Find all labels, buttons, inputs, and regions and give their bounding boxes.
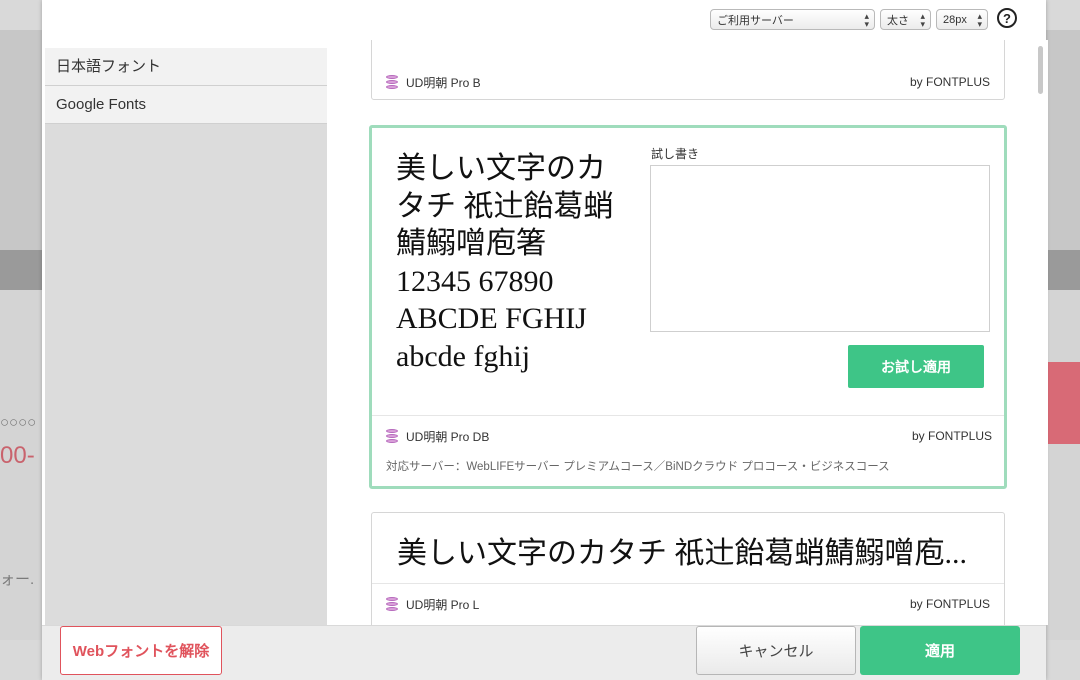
background-price-text: 00- [0,442,35,469]
divider [372,415,1004,416]
font-meta: UD明朝 Pro B by FONTPLUS [386,72,990,92]
sample-line: タチ 祇辻飴葛蛸 [396,189,614,223]
font-name: UD明朝 Pro L [406,597,480,612]
help-icon[interactable]: ? [997,8,1017,28]
database-icon [386,75,398,89]
sample-line: 鯖鰯噌庖箸 [396,227,546,260]
font-sample-preview: 美しい文字のカ タチ 祇辻飴葛蛸 鯖鰯噌庖箸 12345 67890 ABCDE… [396,150,614,375]
background-text: ォー. [0,571,35,588]
sample-line: 12345 67890 [396,264,554,298]
sample-line: ABCDE FGHIJ [396,302,587,335]
weight-select-value: 太さ [887,14,909,27]
font-provider: by FONTPLUS [909,75,990,89]
select-caret-icon: ▴ ▾ [864,11,869,29]
font-card-selected[interactable]: 美しい文字のカ タチ 祇辻飴葛蛸 鯖鰯噌庖箸 12345 67890 ABCDE… [369,125,1007,489]
select-caret-icon: ▴ ▾ [920,11,925,29]
font-provider: by FONTPLUS [911,429,992,443]
modal-toolbar: ご利用サーバー ▴ ▾ 太さ ▴ ▾ 28px ▴ ▾ ? [42,0,1046,40]
sidebar-item-google-fonts[interactable]: Google Fonts [45,86,327,124]
server-select[interactable]: ご利用サーバー ▴ ▾ [710,9,875,30]
size-select-value: 28px [943,13,967,26]
modal-footer: Webフォントを解除 キャンセル 適用 [42,625,1046,680]
trial-label: 試し書き [651,147,700,161]
server-select-value: ご利用サーバー [717,14,794,27]
font-list: UD明朝 Pro B by FONTPLUS 美しい文字のカ タチ 祇辻飴葛蛸 … [328,40,1048,625]
font-provider: by FONTPLUS [909,597,990,611]
font-name: UD明朝 Pro B [406,75,481,90]
font-selector-modal: ご利用サーバー ▴ ▾ 太さ ▴ ▾ 28px ▴ ▾ ? 日本語フォント Googl… [42,0,1048,680]
weight-select[interactable]: 太さ ▴ ▾ [880,9,931,30]
sample-line: 美しい文字のカ [396,152,606,185]
database-icon [386,597,398,611]
divider [372,583,1004,584]
apply-button[interactable]: 適用 [860,626,1020,675]
font-card[interactable]: 美しい文字のカタチ 祇辻飴葛蛸鯖鰯噌庖... UD明朝 Pro L by FON… [371,512,1005,625]
unset-webfont-button[interactable]: Webフォントを解除 [60,626,222,675]
background-red-block [1046,362,1080,444]
background-circles-text: ○○○○ [0,414,37,431]
sample-line: abcde fghij [396,339,531,373]
help-icon-glyph: ? [1003,10,1011,26]
sidebar-item-japanese-fonts[interactable]: 日本語フォント [45,48,327,86]
font-name: UD明朝 Pro DB [406,429,490,444]
font-meta: UD明朝 Pro DB by FONTPLUS [386,426,992,446]
cancel-button[interactable]: キャンセル [696,626,856,675]
font-card[interactable]: UD明朝 Pro B by FONTPLUS [371,40,1005,100]
select-caret-icon: ▴ ▾ [977,11,982,29]
size-select[interactable]: 28px ▴ ▾ [936,9,988,30]
font-category-sidebar: 日本語フォント Google Fonts [45,48,327,625]
font-sample-preview: 美しい文字のカタチ 祇辻飴葛蛸鯖鰯噌庖... [397,537,967,570]
font-meta: UD明朝 Pro L by FONTPLUS [386,594,990,614]
scrollbar[interactable] [1038,46,1043,94]
trial-text-area[interactable] [650,165,990,332]
supported-servers: 対応サーバー：WebLIFEサーバー プレミアムコース／BiNDクラウド プロコ… [386,461,890,473]
database-icon [386,429,398,443]
trial-apply-button[interactable]: お試し適用 [848,345,984,388]
